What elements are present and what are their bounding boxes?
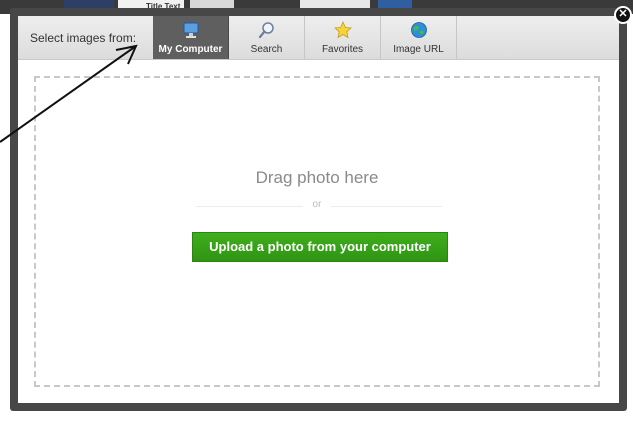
globe-icon <box>411 22 427 38</box>
magnifier-icon <box>258 22 274 39</box>
tab-image-url[interactable]: Image URL <box>381 16 457 59</box>
source-tabbar: Select images from: My Computer Search F… <box>18 16 619 60</box>
tab-label: Favorites <box>321 44 364 55</box>
image-picker-dialog: Select images from: My Computer Search F… <box>10 8 627 411</box>
dialog-content: Select images from: My Computer Search F… <box>18 16 619 403</box>
star-icon <box>334 21 352 39</box>
monitor-icon <box>183 22 199 38</box>
photo-drop-zone[interactable]: Drag photo here or Upload a photo from y… <box>34 76 600 387</box>
upload-photo-button[interactable]: Upload a photo from your computer <box>192 232 448 262</box>
or-text: or <box>302 199 332 210</box>
tabbar-label: Select images from: <box>30 31 137 45</box>
tab-label: Search <box>250 44 283 55</box>
tab-label: My Computer <box>158 44 223 55</box>
drag-photo-text: Drag photo here <box>255 168 379 187</box>
tab-favorites[interactable]: Favorites <box>305 16 381 59</box>
or-divider: or <box>36 199 598 210</box>
tab-search[interactable]: Search <box>229 16 305 59</box>
tab-my-computer[interactable]: My Computer <box>153 16 229 59</box>
close-icon[interactable]: ✕ <box>614 6 632 24</box>
tab-label: Image URL <box>393 44 444 55</box>
